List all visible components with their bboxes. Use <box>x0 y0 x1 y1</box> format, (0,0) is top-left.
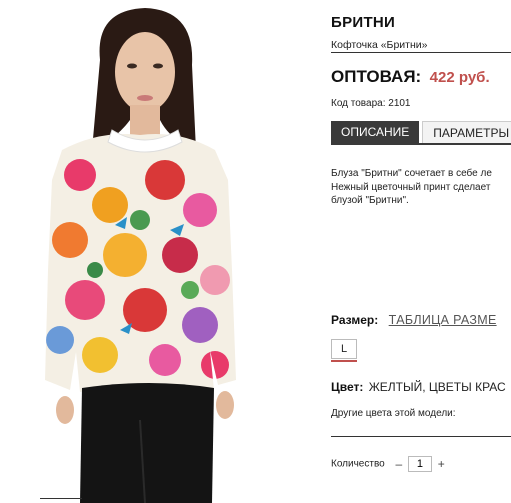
divider <box>331 436 511 437</box>
description-line: Нежный цветочный принт сделает <box>331 181 491 193</box>
quantity-increment-button[interactable]: + <box>438 457 445 471</box>
model-image <box>45 8 236 503</box>
color-label: Цвет: <box>331 380 364 394</box>
tab-underline <box>331 143 511 145</box>
price-row: ОПТОВАЯ: 422 руб. <box>331 67 490 87</box>
product-photo[interactable] <box>0 0 290 503</box>
description-line: блузой "Бритни". <box>331 195 409 206</box>
quantity-decrement-button[interactable]: – <box>395 457 402 471</box>
size-table-link[interactable]: ТАБЛИЦА РАЗМЕ <box>389 313 497 327</box>
description-line: Блуза "Бритни" сочетает в себе ле <box>331 168 492 179</box>
quantity-row: Количество – + <box>331 456 445 472</box>
quantity-input[interactable] <box>407 456 432 472</box>
subtitle-divider <box>331 52 511 53</box>
tab-parameters[interactable]: ПАРАМЕТРЫ <box>422 121 511 143</box>
other-colors-label: Другие цвета этой модели: <box>331 408 456 419</box>
thumbnail-indicator[interactable] <box>40 498 82 503</box>
size-option-l[interactable]: L <box>331 339 357 359</box>
price-value: 422 руб. <box>429 69 490 86</box>
tab-description[interactable]: ОПИСАНИЕ <box>331 121 420 143</box>
color-value: ЖЕЛТЫЙ, ЦВЕТЫ КРАС <box>368 380 506 394</box>
product-title: БРИТНИ <box>331 14 396 31</box>
product-sku: Код товара: 2101 <box>331 98 411 109</box>
size-row: Размер: ТАБЛИЦА РАЗМЕ <box>331 311 497 329</box>
product-subtitle-link[interactable]: Кофточка «Бритни» <box>331 39 427 51</box>
quantity-label: Количество <box>331 458 385 470</box>
size-label: Размер: <box>331 313 379 327</box>
product-description: Блуза "Бритни" сочетает в себе ле Нежный… <box>331 167 492 208</box>
size-selected-indicator <box>331 360 357 362</box>
product-tabs: ОПИСАНИЕ ПАРАМЕТРЫ <box>331 121 511 143</box>
color-row: Цвет: ЖЕЛТЫЙ, ЦВЕТЫ КРАС <box>331 380 506 394</box>
price-label: ОПТОВАЯ: <box>331 67 422 86</box>
